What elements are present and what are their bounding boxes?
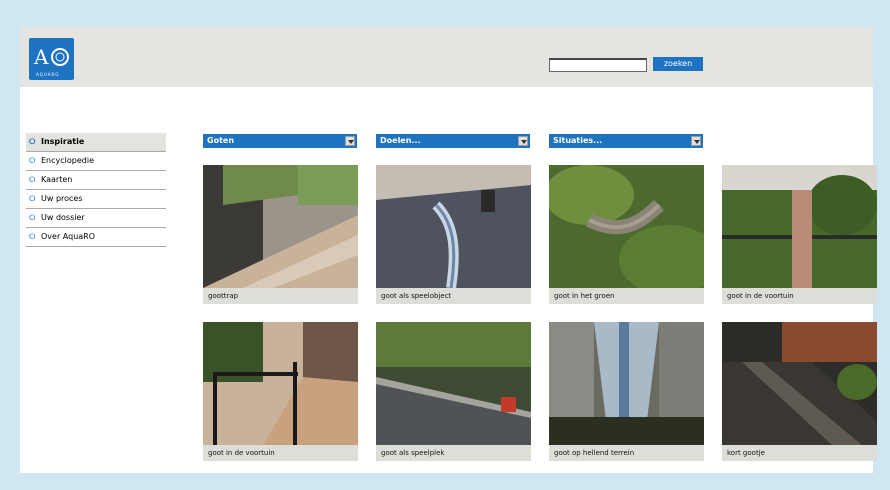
page-frame: A AQUARO zoeken ⭘ Inspiratie ⭘ Encyclopedi…: [20, 27, 877, 473]
sidebar-item-label: Inspiratie: [41, 137, 85, 146]
sidebar-nav: ⭘ Inspiratie ⭘ Encyclopedie ⭘ Kaarten ⭘ Uw p…: [26, 133, 166, 247]
photo-image: [722, 322, 877, 445]
drop-icon: ⭘: [29, 175, 36, 184]
sidebar-item-uw-dossier[interactable]: ⭘ Uw dossier: [26, 209, 166, 228]
photo-image: [549, 165, 704, 288]
caption-text: goottrap: [208, 292, 239, 300]
photo-goot-in-de-voortuin[interactable]: [722, 165, 877, 288]
gallery-card[interactable]: goot in de voortuin: [203, 322, 358, 461]
caption-text: kort gootje: [727, 449, 765, 457]
logo-subtext: AQUARO: [36, 72, 60, 77]
sidebar-item-over-aquaro[interactable]: ⭘ Over AquaRO: [26, 228, 166, 247]
filter-situaties-dropdown[interactable]: Situaties...: [549, 134, 703, 148]
gallery-card[interactable]: goot als speelplek: [376, 322, 531, 461]
caption-text: goot op hellend terrein: [554, 449, 635, 457]
sidebar-item-uw-proces[interactable]: ⭘ Uw proces: [26, 190, 166, 209]
svg-text:A: A: [33, 45, 49, 69]
photo-kort-gootje[interactable]: [722, 322, 877, 445]
gallery-card[interactable]: kort gootje: [722, 322, 877, 461]
drop-icon: ⭘: [29, 156, 36, 165]
caption-text: goot in de voortuin: [727, 292, 794, 300]
sidebar-item-kaarten[interactable]: ⭘ Kaarten: [26, 171, 166, 190]
sidebar-item-label: Kaarten: [41, 175, 73, 184]
dropdown-label: Situaties...: [553, 136, 603, 145]
chevron-down-icon[interactable]: [518, 136, 528, 146]
sidebar-item-inspiratie[interactable]: ⭘ Inspiratie: [26, 133, 166, 152]
photo-image: [376, 322, 531, 445]
sidebar-item-label: Uw dossier: [41, 213, 85, 222]
drop-icon: ⭘: [29, 232, 36, 241]
photo-caption: goot in de voortuin: [722, 288, 877, 304]
photo-caption: goot in het groen: [549, 288, 704, 304]
gallery-card[interactable]: goot in de voortuin: [722, 165, 877, 304]
sidebar-item-label: Over AquaRO: [41, 232, 96, 241]
photo-image: [203, 322, 358, 445]
caption-text: goot als speelplek: [381, 449, 445, 457]
header-bar: A AQUARO zoeken: [20, 27, 873, 87]
gallery-card[interactable]: goottrap: [203, 165, 358, 304]
search-button[interactable]: zoeken: [653, 57, 703, 71]
photo-image: [203, 165, 358, 288]
photo-goot-in-het-groen[interactable]: [549, 165, 704, 288]
caption-text: goot als speelobject: [381, 292, 452, 300]
gallery-card[interactable]: goot op hellend terrein: [549, 322, 704, 461]
photo-caption: goot als speelobject: [376, 288, 531, 304]
photo-caption: goot in de voortuin: [203, 445, 358, 461]
photo-image: [722, 165, 877, 288]
gallery-card[interactable]: goot in het groen: [549, 165, 704, 304]
sidebar-item-label: Encyclopedie: [41, 156, 94, 165]
photo-goot-als-speelobject[interactable]: [376, 165, 531, 288]
filter-doelen-dropdown[interactable]: Doelen...: [376, 134, 530, 148]
sidebar-item-encyclopedie[interactable]: ⭘ Encyclopedie: [26, 152, 166, 171]
caption-text: goot in de voortuin: [208, 449, 275, 457]
chevron-down-icon[interactable]: [345, 136, 355, 146]
photo-caption: goot als speelplek: [376, 445, 531, 461]
photo-goot-als-speelplek[interactable]: [376, 322, 531, 445]
photo-caption: kort gootje: [722, 445, 877, 461]
aquaro-logo[interactable]: A AQUARO: [29, 38, 74, 80]
drop-icon: ⭘: [29, 213, 36, 222]
drop-icon: ⭘: [29, 137, 36, 146]
filter-goten-dropdown[interactable]: Goten: [203, 134, 357, 148]
dropdown-label: Goten: [207, 136, 235, 145]
photo-caption: goottrap: [203, 288, 358, 304]
drop-icon: ⭘: [29, 194, 36, 203]
photo-goot-op-hellend-terrein[interactable]: [549, 322, 704, 445]
chevron-down-icon[interactable]: [691, 136, 701, 146]
photo-goottrap[interactable]: [203, 165, 358, 288]
caption-text: goot in het groen: [554, 292, 615, 300]
photo-caption: goot op hellend terrein: [549, 445, 704, 461]
photo-goot-in-de-voortuin-2[interactable]: [203, 322, 358, 445]
photo-image: [549, 322, 704, 445]
photo-image: [376, 165, 531, 288]
gallery-card[interactable]: goot als speelobject: [376, 165, 531, 304]
sidebar-item-label: Uw proces: [41, 194, 83, 203]
search-input[interactable]: [549, 58, 647, 72]
dropdown-label: Doelen...: [380, 136, 421, 145]
